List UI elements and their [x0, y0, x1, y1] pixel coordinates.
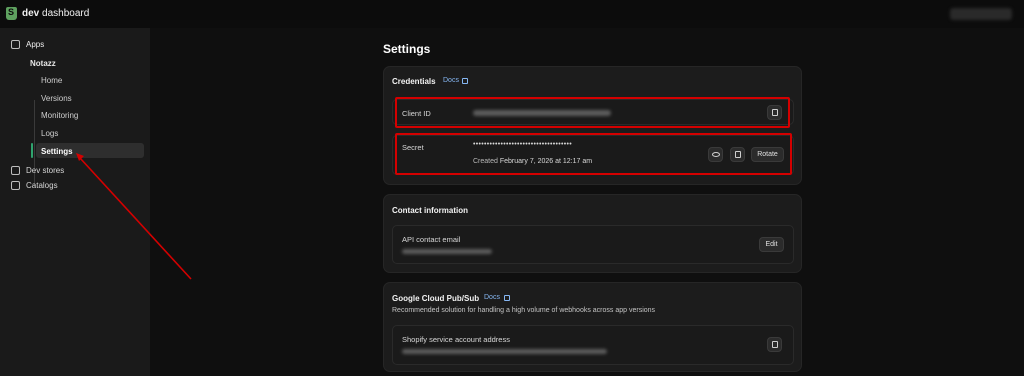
arrow-line — [79, 157, 192, 280]
arrow-head-icon — [76, 153, 84, 161]
annotation-arrow — [76, 153, 192, 280]
